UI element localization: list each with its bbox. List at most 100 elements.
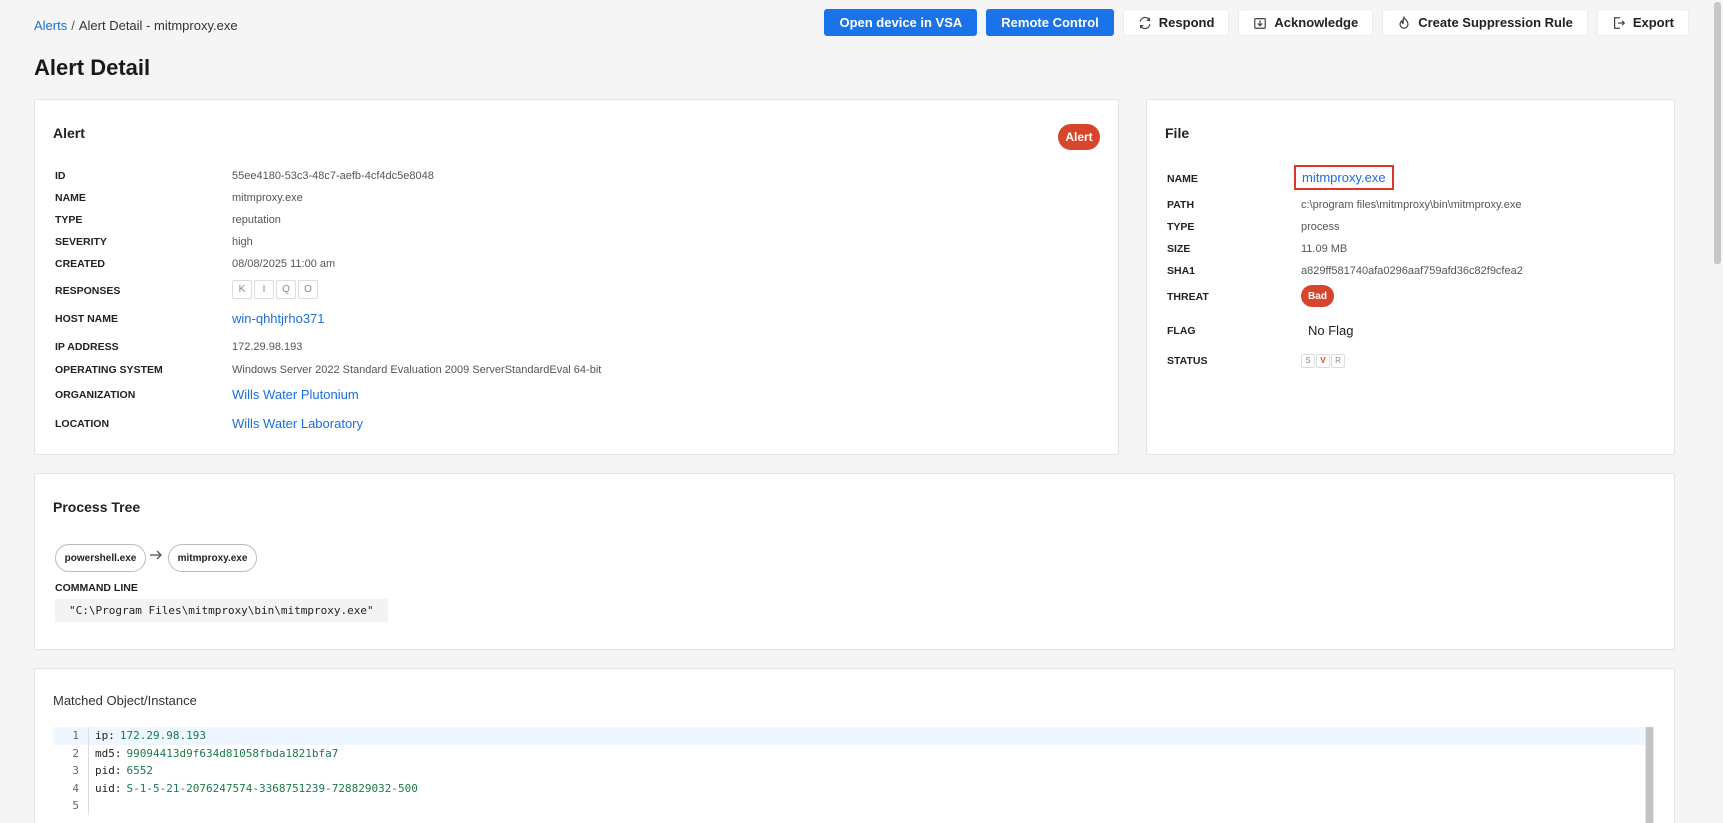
process-tree-title: Process Tree bbox=[53, 499, 141, 515]
alert-type-value: reputation bbox=[232, 214, 281, 226]
page-scrollbar[interactable] bbox=[1711, 0, 1723, 823]
file-name-label: NAME bbox=[1167, 173, 1198, 185]
alert-created-value: 08/08/2025 11:00 am bbox=[232, 258, 336, 270]
line-number: 4 bbox=[72, 781, 79, 795]
export-icon bbox=[1612, 16, 1626, 30]
response-buttons: KIQO bbox=[232, 280, 320, 299]
line-number: 3 bbox=[72, 764, 79, 777]
code-key: md5: bbox=[95, 746, 122, 760]
alert-id-label: ID bbox=[55, 170, 66, 182]
alert-card-title: Alert bbox=[53, 125, 85, 141]
code-scrollbar-thumb[interactable] bbox=[1646, 727, 1653, 823]
process-node-parent[interactable]: powershell.exe bbox=[55, 544, 146, 572]
alert-ip-label: IP ADDRESS bbox=[55, 341, 119, 353]
location-link[interactable]: Wills Water Laboratory bbox=[232, 416, 363, 431]
alert-os-label: OPERATING SYSTEM bbox=[55, 364, 163, 376]
breadcrumb-separator: / bbox=[71, 18, 75, 33]
organization-link[interactable]: Wills Water Plutonium bbox=[232, 387, 359, 402]
matched-object-title: Matched Object/Instance bbox=[53, 693, 197, 708]
line-number: 5 bbox=[72, 799, 79, 812]
code-line: 2 md5: 99094413d9f634d81058fbda1821bfa7 bbox=[53, 744, 1653, 762]
alert-card: Alert Alert ID 55ee4180-53c3-48c7-aefb-4… bbox=[34, 99, 1119, 455]
command-line-value: "C:\Program Files\mitmproxy\bin\mitmprox… bbox=[55, 599, 388, 622]
file-path-label: PATH bbox=[1167, 199, 1195, 211]
code-value: S-1-5-21-2076247574-3368751239-728829032… bbox=[126, 781, 418, 795]
code-value: 6552 bbox=[126, 764, 154, 777]
command-line-label: COMMAND LINE bbox=[55, 582, 138, 594]
code-value: 99094413d9f634d81058fbda1821bfa7 bbox=[126, 746, 339, 760]
alert-os-value: Windows Server 2022 Standard Evaluation … bbox=[232, 364, 602, 376]
alert-id-value: 55ee4180-53c3-48c7-aefb-4cf4dc5e8048 bbox=[232, 170, 434, 182]
flag-value[interactable]: No Flag bbox=[1308, 323, 1354, 338]
response-o-button[interactable]: O bbox=[298, 280, 318, 299]
flame-icon bbox=[1397, 15, 1411, 30]
alert-severity-value: high bbox=[232, 236, 253, 248]
acknowledge-label: Acknowledge bbox=[1274, 15, 1359, 30]
alert-badge: Alert bbox=[1058, 124, 1100, 150]
file-name-link[interactable]: mitmproxy.exe bbox=[1294, 165, 1394, 190]
page-scrollbar-thumb[interactable] bbox=[1714, 2, 1721, 264]
export-label: Export bbox=[1632, 15, 1674, 30]
code-line: 1 ip: 172.29.98.193 bbox=[53, 727, 1653, 745]
response-k-button[interactable]: K bbox=[232, 280, 252, 299]
matched-object-card: Matched Object/Instance 1 ip: 172.29.98.19… bbox=[34, 668, 1675, 823]
acknowledge-button[interactable]: Acknowledge bbox=[1238, 9, 1374, 36]
breadcrumb-current: Alert Detail - mitmproxy.exe bbox=[78, 18, 238, 33]
line-number: 2 bbox=[72, 746, 79, 760]
file-type-value: process bbox=[1301, 221, 1340, 233]
page-title: Alert Detail bbox=[34, 55, 151, 80]
alert-host-label: HOST NAME bbox=[55, 313, 118, 325]
respond-label: Respond bbox=[1158, 15, 1215, 30]
line-number: 1 bbox=[72, 729, 79, 742]
code-key: pid: bbox=[95, 764, 122, 777]
code-viewer[interactable]: 1 ip: 172.29.98.193 2 md5: 99094413d9f634d81… bbox=[53, 727, 1653, 823]
file-sha1-label: SHA1 bbox=[1167, 265, 1196, 277]
alert-name-value: mitmproxy.exe bbox=[232, 192, 303, 204]
alert-name-label: NAME bbox=[55, 192, 86, 204]
file-path-value: c:\program files\mitmproxy\bin\mitmproxy… bbox=[1301, 199, 1522, 211]
host-name-link[interactable]: win-qhhtjrho371 bbox=[232, 311, 325, 326]
code-line: 4 uid: S-1-5-21-2076247574-3368751239-7288… bbox=[53, 779, 1653, 797]
file-status-label: STATUS bbox=[1167, 355, 1208, 367]
file-threat-label: THREAT bbox=[1167, 291, 1209, 303]
alert-location-label: LOCATION bbox=[55, 418, 110, 430]
status-r-button[interactable]: R bbox=[1331, 354, 1345, 368]
arrow-right-icon bbox=[148, 547, 164, 566]
inbox-download-icon bbox=[1253, 16, 1267, 30]
file-sha1-value: a829ff581740afa0296aaf759afd36c82f9cfea2 bbox=[1301, 265, 1523, 277]
code-line: 3 pid: 6552 bbox=[53, 762, 1653, 780]
alert-created-label: CREATED bbox=[55, 258, 105, 270]
code-scrollbar[interactable] bbox=[1645, 727, 1654, 823]
response-i-button[interactable]: I bbox=[254, 280, 274, 299]
code-key: ip: bbox=[95, 729, 115, 742]
breadcrumb-alerts-link[interactable]: Alerts bbox=[34, 18, 67, 33]
status-v-button[interactable]: V bbox=[1316, 354, 1330, 368]
alert-type-label: TYPE bbox=[55, 214, 83, 226]
code-line: 5 bbox=[53, 797, 1653, 815]
alert-ip-value: 172.29.98.193 bbox=[232, 341, 303, 353]
create-suppression-rule-button[interactable]: Create Suppression Rule bbox=[1382, 9, 1588, 36]
file-size-value: 11.09 MB bbox=[1301, 243, 1348, 255]
refresh-icon bbox=[1138, 16, 1152, 30]
status-s-button[interactable]: S bbox=[1301, 354, 1315, 368]
process-tree-card: Process Tree powershell.exe mitmproxy.ex… bbox=[34, 473, 1675, 650]
file-card: File NAME mitmproxy.exe PATH c:\program … bbox=[1146, 99, 1675, 455]
code-key: uid: bbox=[95, 781, 122, 795]
process-node-child[interactable]: mitmproxy.exe bbox=[168, 544, 257, 572]
alert-severity-label: SEVERITY bbox=[55, 236, 107, 248]
file-size-label: SIZE bbox=[1167, 243, 1191, 255]
respond-button[interactable]: Respond bbox=[1122, 9, 1230, 36]
create-suppression-rule-label: Create Suppression Rule bbox=[1418, 15, 1573, 30]
file-type-label: TYPE bbox=[1167, 221, 1195, 233]
export-button[interactable]: Export bbox=[1596, 9, 1689, 36]
open-device-in-vsa-button[interactable]: Open device in VSA bbox=[824, 9, 978, 36]
file-flag-label: FLAG bbox=[1167, 325, 1196, 337]
code-value: 172.29.98.193 bbox=[119, 729, 206, 742]
remote-control-label: Remote Control bbox=[1001, 15, 1099, 30]
status-buttons: SVR bbox=[1301, 354, 1346, 368]
response-q-button[interactable]: Q bbox=[276, 280, 296, 299]
threat-badge: Bad bbox=[1301, 285, 1334, 307]
alert-org-label: ORGANIZATION bbox=[55, 389, 136, 401]
alert-responses-label: RESPONSES bbox=[55, 285, 121, 297]
remote-control-button[interactable]: Remote Control bbox=[986, 9, 1114, 36]
